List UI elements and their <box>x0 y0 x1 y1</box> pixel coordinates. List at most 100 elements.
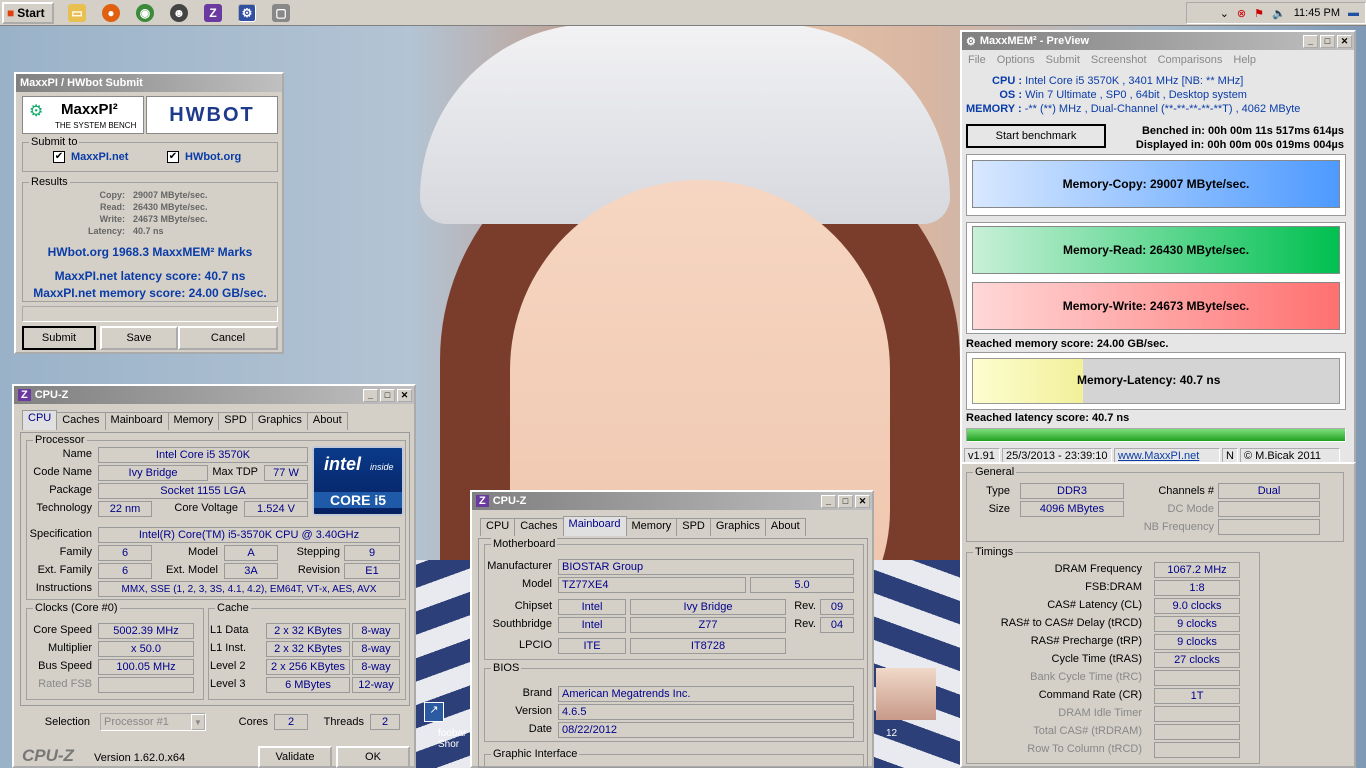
result-row: Write: 24673 MByte/sec. <box>63 213 263 225</box>
maximize-button[interactable]: □ <box>380 388 395 402</box>
cache-level-label: L1 Data <box>210 624 249 636</box>
tab-memory[interactable]: Memory <box>625 518 678 536</box>
save-button[interactable]: Save <box>100 326 178 350</box>
intel-logo-text: intel <box>324 454 362 474</box>
cache-label: Cache <box>215 602 251 614</box>
hwbot-submit-window: MaxxPI / HWbot Submit ⚙ MaxxPI² THE SYST… <box>14 72 284 354</box>
validate-button[interactable]: Validate <box>258 746 332 768</box>
tab-spd[interactable]: SPD <box>676 518 711 536</box>
cache-size-value: 6 MBytes <box>266 677 350 693</box>
menu-item-submit[interactable]: Submit <box>1046 54 1080 66</box>
maxxpi-logo-text: MaxxPI² <box>61 101 118 118</box>
progress-fill <box>967 429 1345 441</box>
minimize-button[interactable]: _ <box>1303 34 1318 48</box>
menu-item-help[interactable]: Help <box>1233 54 1256 66</box>
windows-logo-icon: ■ <box>7 5 15 20</box>
network-error-icon[interactable]: ⊗ <box>1237 7 1246 20</box>
close-button[interactable]: ✕ <box>855 494 870 508</box>
graphic-interface-group: Graphic Interface <box>484 748 864 768</box>
tab-about[interactable]: About <box>764 518 806 536</box>
ext-family-label: Ext. Family <box>37 564 92 576</box>
name-label: Name <box>62 448 92 460</box>
chevron-down-icon[interactable]: ⌄ <box>1220 7 1229 20</box>
submit-button[interactable]: Submit <box>22 326 96 350</box>
tab-about[interactable]: About <box>306 412 348 430</box>
tab-caches[interactable]: Caches <box>514 518 564 536</box>
tab-cpu[interactable]: CPU <box>22 410 58 430</box>
clock[interactable]: 11:45 PM <box>1294 7 1340 19</box>
close-button[interactable]: ✕ <box>397 388 412 402</box>
menu-item-screenshot[interactable]: Screenshot <box>1091 54 1147 66</box>
tab-mainboard[interactable]: Mainboard <box>562 516 627 536</box>
close-button[interactable]: ✕ <box>1337 34 1352 48</box>
cpuz-icon[interactable]: Z <box>204 3 222 22</box>
result-key: Write: <box>99 214 125 224</box>
maxxmem-icon[interactable]: ⚙ <box>238 3 256 22</box>
maxxpi-checkbox[interactable]: ✔ <box>53 151 65 163</box>
tab-graphics[interactable]: Graphics <box>709 518 766 536</box>
firefox-icon[interactable]: ● <box>102 3 120 22</box>
tab-graphics[interactable]: Graphics <box>251 412 308 430</box>
maxxmem-title: MaxxMEM² - PreView <box>979 35 1090 47</box>
graphic-interface-label: Graphic Interface <box>491 748 580 760</box>
menu-item-comparisons[interactable]: Comparisons <box>1158 54 1223 66</box>
maxxpi-logo: ⚙ MaxxPI² THE SYSTEM BENCH <box>22 96 144 134</box>
memory-latency-text: Memory-Latency: 40.7 ns <box>1077 373 1221 387</box>
tab-memory[interactable]: Memory <box>167 412 220 430</box>
cpu-info-label: CPU : <box>992 75 1022 87</box>
memory-latency-bar: Memory-Latency: 40.7 ns <box>972 358 1340 404</box>
tab-cpu[interactable]: CPU <box>480 518 516 536</box>
alien-icon[interactable]: ☻ <box>170 3 188 22</box>
general-label: General <box>973 466 1017 478</box>
window-icon[interactable]: ▢ <box>272 3 290 22</box>
cancel-button[interactable]: Cancel <box>178 326 278 350</box>
desktop-thumbnail[interactable] <box>876 668 936 720</box>
cpuz-cpu-window: Z CPU-Z _ □ ✕ CPU Caches Mainboard Memory SPD G… <box>12 384 416 768</box>
tab-caches[interactable]: Caches <box>56 412 106 430</box>
menu-item-file[interactable]: File <box>968 54 986 66</box>
start-benchmark-button[interactable]: Start benchmark <box>966 124 1106 148</box>
cache-size-value: 2 x 32 KBytes <box>266 623 350 639</box>
benchmark-progress <box>966 428 1346 442</box>
bios-brand-label: Brand <box>522 687 552 699</box>
reached-memory-score: Reached memory score: 24.00 GB/sec. <box>966 338 1169 350</box>
model-label: Model <box>522 578 552 590</box>
hwbot-checkbox[interactable]: ✔ <box>167 151 179 163</box>
timing-value <box>1154 724 1240 740</box>
rated-fsb-value <box>98 677 194 693</box>
hwbot-titlebar[interactable]: MaxxPI / HWbot Submit <box>16 74 282 92</box>
menu-item-options[interactable]: Options <box>997 54 1035 66</box>
latency-fill <box>973 359 1083 403</box>
minimize-button[interactable]: _ <box>363 388 378 402</box>
model-value: TZ77XE4 <box>558 577 746 593</box>
bus-speed-label: Bus Speed <box>38 660 92 672</box>
ok-button[interactable]: OK <box>336 746 410 768</box>
minimize-button[interactable]: _ <box>821 494 836 508</box>
flag-icon[interactable]: ⚑ <box>1254 7 1264 20</box>
show-desktop-icon[interactable]: ▬ <box>1348 7 1359 19</box>
tab-mainboard[interactable]: Mainboard <box>104 412 169 430</box>
reached-latency-score: Reached latency score: 40.7 ns <box>966 412 1130 424</box>
maximize-button[interactable]: □ <box>838 494 853 508</box>
hwbot-logo: HWBOT <box>146 96 278 134</box>
volume-icon[interactable]: 🔈 <box>1272 7 1286 20</box>
core-speed-label: Core Speed <box>33 624 92 636</box>
tab-spd[interactable]: SPD <box>218 412 253 430</box>
tdp-label: Max TDP <box>212 466 258 478</box>
stepping-value: 9 <box>344 545 400 561</box>
cpuz-mainboard-titlebar[interactable]: Z CPU-Z _ □ ✕ <box>472 492 872 510</box>
core-speed-value: 5002.39 MHz <box>98 623 194 639</box>
maximize-button[interactable]: □ <box>1320 34 1335 48</box>
clocks-label: Clocks (Core #0) <box>33 602 120 614</box>
desktop-shortcut-icon[interactable]: ↗ <box>424 702 444 722</box>
folder-icon[interactable]: ▭ <box>68 3 86 22</box>
chevron-down-icon[interactable]: ▼ <box>191 714 205 730</box>
cpuz-mainboard-tabs: CPU Caches Mainboard Memory SPD Graphics About <box>480 516 806 536</box>
chrome-icon[interactable]: ◉ <box>136 3 154 22</box>
start-button[interactable]: ■ Start <box>2 1 54 24</box>
maxxmem-titlebar[interactable]: ⚙ MaxxMEM² - PreView _ □ ✕ <box>962 32 1354 50</box>
timing-label: Cycle Time (tRAS) <box>1051 653 1142 665</box>
processor-select[interactable]: Processor #1 ▼ <box>100 713 206 731</box>
timing-value <box>1154 670 1240 686</box>
cpuz-cpu-titlebar[interactable]: Z CPU-Z _ □ ✕ <box>14 386 414 404</box>
